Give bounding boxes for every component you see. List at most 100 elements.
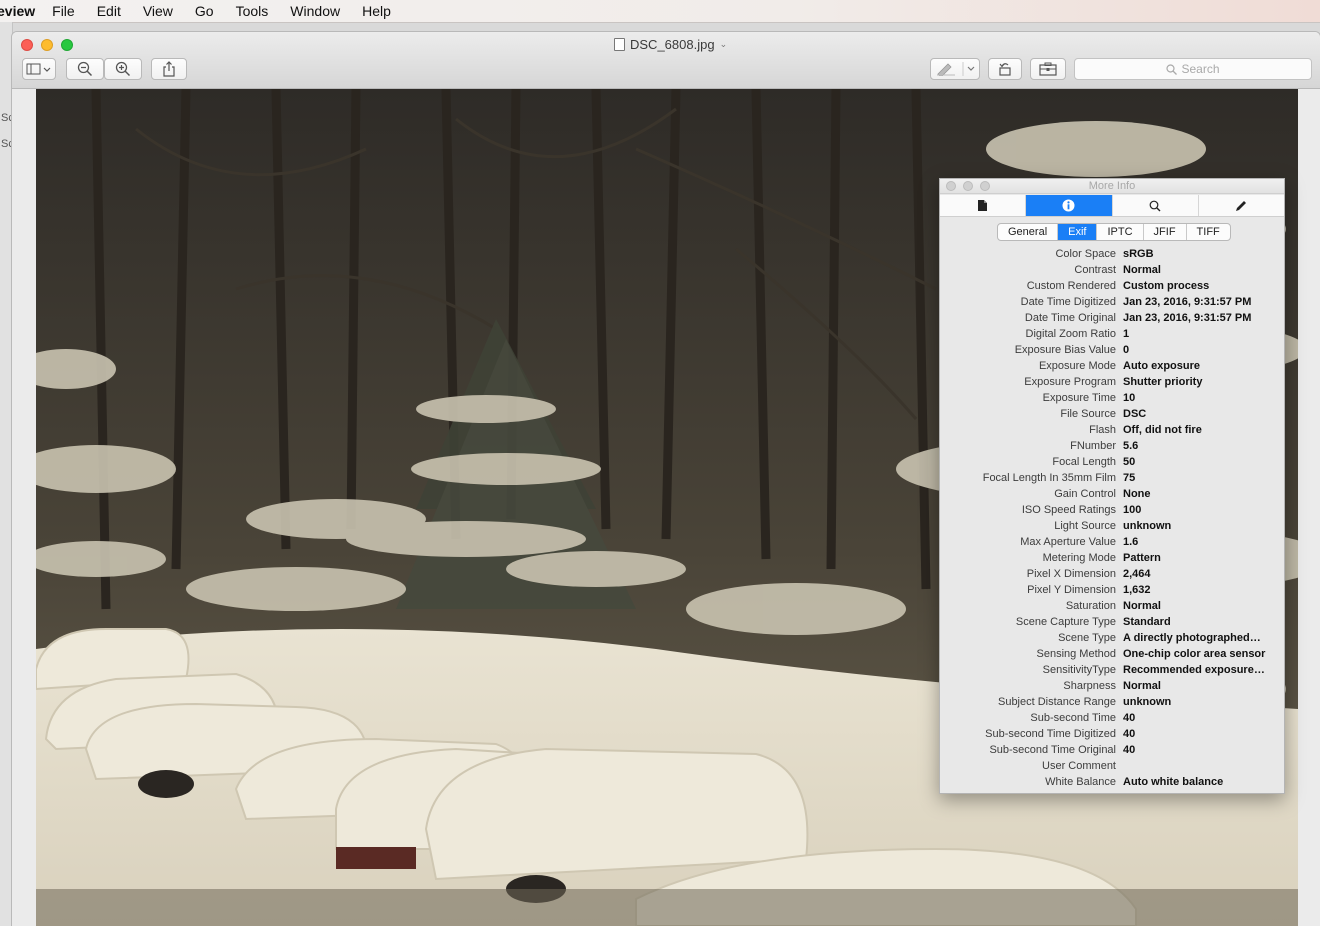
- exif-value[interactable]: 2,464: [1123, 566, 1279, 582]
- exif-key: Exposure Mode: [1038, 360, 1116, 372]
- exif-row: Exposure Mode Auto exposure: [940, 358, 1284, 374]
- menu-app-name[interactable]: eview: [0, 3, 35, 19]
- exif-value[interactable]: Off, did not fire: [1123, 422, 1279, 438]
- exif-value[interactable]: One-chip color area sensor: [1123, 646, 1279, 662]
- exif-value[interactable]: Pattern: [1123, 550, 1279, 566]
- annotations-tab[interactable]: [1199, 195, 1284, 216]
- exif-value[interactable]: 40: [1123, 726, 1279, 742]
- exif-key: Pixel Y Dimension: [1027, 584, 1116, 596]
- exif-value[interactable]: unknown: [1123, 518, 1279, 534]
- zoom-out-button[interactable]: [66, 58, 104, 80]
- exif-value[interactable]: 10: [1123, 390, 1279, 406]
- panel-title: More Info: [1088, 180, 1136, 192]
- sidebar-view-button[interactable]: [22, 58, 56, 80]
- exif-value[interactable]: Normal: [1123, 598, 1279, 614]
- exif-value[interactable]: Normal: [1123, 262, 1279, 278]
- exif-value[interactable]: Standard: [1123, 614, 1279, 630]
- more-info-panel: More Info General Exif IPTC JFIF TIFF Co…: [939, 178, 1285, 794]
- exif-row: White Balance Auto white balance: [940, 774, 1284, 790]
- toolbox-button[interactable]: [1030, 58, 1066, 80]
- exif-row: Scene Capture Type Standard: [940, 614, 1284, 630]
- exif-value[interactable]: Custom process: [1123, 278, 1279, 294]
- more-info-tab[interactable]: [1026, 195, 1113, 216]
- rotate-button[interactable]: [988, 58, 1022, 80]
- markup-button[interactable]: [930, 58, 980, 80]
- exif-key: Sub-second Time Digitized: [985, 728, 1116, 740]
- exif-value[interactable]: 1.6: [1123, 534, 1279, 550]
- exif-row: FNumber 5.6: [940, 438, 1284, 454]
- exif-value[interactable]: sRGB: [1123, 246, 1279, 262]
- close-window-button[interactable]: [21, 39, 33, 51]
- exif-value[interactable]: 1: [1123, 326, 1279, 342]
- exif-key: Sub-second Time: [1030, 712, 1116, 724]
- exif-value[interactable]: 40: [1123, 742, 1279, 758]
- search-field[interactable]: Search: [1074, 58, 1312, 80]
- pencil-icon: [1236, 200, 1247, 211]
- exif-key: Contrast: [1074, 264, 1116, 276]
- exif-value[interactable]: 50: [1123, 454, 1279, 470]
- exif-row: Metering Mode Pattern: [940, 550, 1284, 566]
- exif-value[interactable]: Auto exposure: [1123, 358, 1279, 374]
- exif-value[interactable]: Jan 23, 2016, 9:31:57 PM: [1123, 310, 1279, 326]
- menu-go[interactable]: Go: [195, 3, 214, 19]
- exif-value[interactable]: unknown: [1123, 694, 1279, 710]
- tab-exif[interactable]: Exif: [1058, 224, 1098, 240]
- menu-edit[interactable]: Edit: [97, 3, 121, 19]
- exif-row: User Comment: [940, 758, 1284, 774]
- exif-value[interactable]: [1123, 758, 1279, 774]
- exif-value[interactable]: A directly photographed…: [1123, 630, 1279, 646]
- exif-value[interactable]: 5.6: [1123, 438, 1279, 454]
- general-info-tab[interactable]: [940, 195, 1027, 216]
- exif-value[interactable]: 75: [1123, 470, 1279, 486]
- exif-value[interactable]: Auto white balance: [1123, 774, 1279, 790]
- exif-key: Saturation: [1065, 600, 1116, 612]
- exif-row: Digital Zoom Ratio 1: [940, 326, 1284, 342]
- sidebar-icon: [26, 63, 51, 75]
- menu-view[interactable]: View: [143, 3, 173, 19]
- exif-row: Sharpness Normal: [940, 678, 1284, 694]
- zoom-window-button[interactable]: [61, 39, 73, 51]
- exif-value[interactable]: Recommended exposure…: [1123, 662, 1279, 678]
- exif-key: File Source: [1060, 408, 1116, 420]
- menu-tools[interactable]: Tools: [236, 3, 269, 19]
- toolbox-icon: [1039, 62, 1057, 76]
- exif-value[interactable]: 1,632: [1123, 582, 1279, 598]
- share-button[interactable]: [151, 58, 187, 80]
- exif-key: Scene Capture Type: [1015, 616, 1116, 628]
- exif-row: Custom Rendered Custom process: [940, 278, 1284, 294]
- search-icon: [1166, 63, 1178, 75]
- exif-key: ISO Speed Ratings: [1021, 504, 1116, 516]
- exif-value[interactable]: Shutter priority: [1123, 374, 1279, 390]
- minimize-window-button[interactable]: [41, 39, 53, 51]
- exif-value[interactable]: None: [1123, 486, 1279, 502]
- exif-value[interactable]: DSC: [1123, 406, 1279, 422]
- keywords-tab[interactable]: [1113, 195, 1199, 216]
- exif-key: Sensing Method: [1036, 648, 1117, 660]
- exif-value[interactable]: 100: [1123, 502, 1279, 518]
- exif-value[interactable]: Normal: [1123, 678, 1279, 694]
- menu-help[interactable]: Help: [362, 3, 391, 19]
- exif-key: Exposure Time: [1042, 392, 1116, 404]
- document-icon: [978, 200, 988, 211]
- title-bar: DSC_6808.jpg ⌄ Search: [12, 32, 1320, 89]
- exif-key: SensitivityType: [1042, 664, 1116, 676]
- window-title[interactable]: DSC_6808.jpg ⌄: [614, 37, 727, 52]
- exif-row: Exposure Bias Value 0: [940, 342, 1284, 358]
- exif-key: Color Space: [1055, 248, 1116, 260]
- tab-general[interactable]: General: [998, 224, 1059, 240]
- exif-value[interactable]: Jan 23, 2016, 9:31:57 PM: [1123, 294, 1279, 310]
- menu-file[interactable]: File: [52, 3, 75, 19]
- menu-bar: eview File Edit View Go Tools Window Hel…: [0, 0, 1320, 23]
- exif-row: Sub-second Time Digitized 40: [940, 726, 1284, 742]
- menu-window[interactable]: Window: [290, 3, 340, 19]
- exif-row: Focal Length In 35mm Film 75: [940, 470, 1284, 486]
- exif-key: Flash: [1089, 424, 1116, 436]
- exif-key: Max Aperture Value: [1020, 536, 1116, 548]
- tab-iptc[interactable]: IPTC: [1097, 224, 1144, 240]
- exif-value[interactable]: 40: [1123, 710, 1279, 726]
- tab-jfif[interactable]: JFIF: [1144, 224, 1187, 240]
- tab-tiff[interactable]: TIFF: [1187, 224, 1230, 240]
- exif-key: Scene Type: [1058, 632, 1116, 644]
- exif-value[interactable]: 0: [1123, 342, 1279, 358]
- zoom-in-button[interactable]: [104, 58, 142, 80]
